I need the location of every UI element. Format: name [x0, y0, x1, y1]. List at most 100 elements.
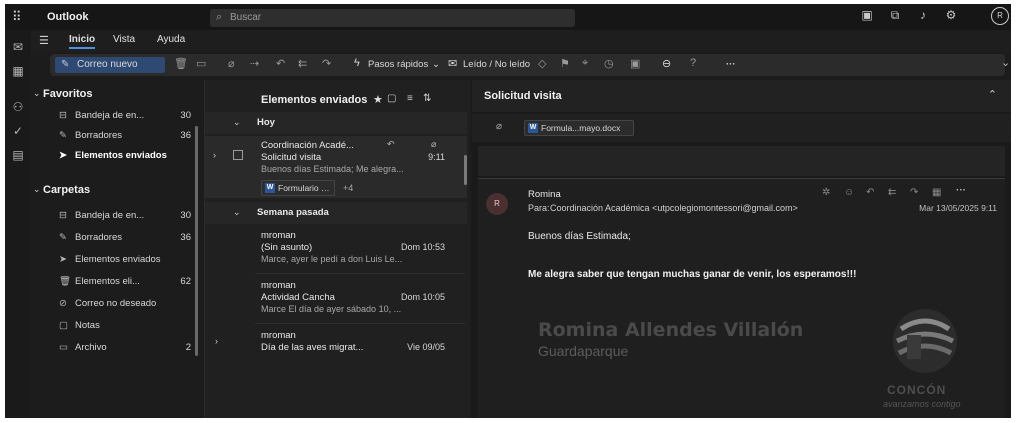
favorite-star-icon[interactable]: ★	[373, 93, 383, 106]
tab-inicio[interactable]: Inicio	[69, 34, 96, 49]
reply-all-icon[interactable]: ⇇	[298, 57, 307, 70]
filter-icon[interactable]: ≡	[407, 93, 413, 104]
sweep-icon[interactable]: ⌀	[228, 57, 235, 70]
folder-label: Elementos eli...	[75, 276, 140, 287]
search-placeholder: Buscar	[230, 12, 262, 23]
favorites-header[interactable]: Favoritos	[43, 88, 93, 100]
quick-steps-chevron-icon[interactable]: ⌄	[432, 59, 440, 70]
message-list-scrollbar[interactable]	[464, 155, 467, 185]
delete-icon[interactable]: 🗑	[174, 57, 188, 70]
list-item[interactable]: mroman Actividad Cancha Dom 10:05 Marce …	[205, 276, 467, 322]
group-header-last-week[interactable]: ⌄ Semana pasada	[205, 202, 467, 224]
expand-thread-icon[interactable]: ›	[213, 150, 216, 160]
people-icon[interactable]: ⚇	[9, 100, 27, 116]
more-options-button[interactable]: ···	[726, 59, 736, 70]
folder-item-archive[interactable]: ▭ Archivo 2	[59, 342, 199, 353]
new-mail-label: Correo nuevo	[77, 59, 138, 70]
folder-pane: ⌄ Favoritos ⊟ Bandeja de en... 30 ✎ Borrad…	[31, 80, 201, 418]
folder-label: Borradores	[75, 130, 122, 141]
bell-icon[interactable]: ♪	[913, 8, 933, 26]
message-list: Elementos enviados ★ ▢ ≡ ⇅ ⌄ Hoy › Coord…	[204, 80, 470, 418]
inbox-icon: ⊟	[59, 110, 67, 121]
email-body: Me alegra saber que tengan muchas ganar …	[528, 269, 857, 280]
tab-ayuda[interactable]: Ayuda	[157, 34, 185, 45]
folder-label: Notas	[75, 320, 100, 331]
archive-icon[interactable]: ▭	[196, 57, 206, 70]
reply-all-icon[interactable]: ⇇	[888, 187, 896, 198]
group-header-today[interactable]: ⌄ Hoy	[205, 112, 467, 134]
select-checkbox[interactable]	[233, 150, 243, 160]
hamburger-icon[interactable]: ☰	[39, 34, 49, 47]
snooze-icon[interactable]: ◷	[604, 57, 614, 70]
inbox-icon: ⊟	[59, 210, 67, 221]
recipient[interactable]: Coordinación Académica <utpcolegiomontes…	[550, 203, 798, 213]
send-icon: ➤	[59, 254, 67, 265]
attachment-chip[interactable]: W Formula...mayo.docx	[524, 120, 634, 136]
calendar-icon[interactable]: ▦	[9, 64, 27, 80]
rules-icon[interactable]: ▣	[630, 57, 640, 70]
folder-item-inbox[interactable]: ⊟ Bandeja de en... 30	[59, 210, 199, 221]
subject-bar: Solicitud visita ⌃	[472, 80, 1011, 112]
folders-header[interactable]: Carpetas	[43, 184, 90, 196]
message-time: 9:11	[428, 152, 445, 162]
move-icon[interactable]: ⇢	[250, 57, 259, 70]
pin-icon[interactable]: ⌖	[582, 57, 588, 70]
forward-icon[interactable]: ↷	[322, 57, 331, 70]
list-item[interactable]: › mroman Día de las aves migrat... Vie 0…	[205, 326, 467, 372]
more-actions-icon[interactable]: ···	[956, 185, 966, 196]
account-avatar[interactable]: R	[991, 7, 1009, 25]
attachment-chip[interactable]: W Formulario gua...	[261, 180, 335, 196]
folder-label: Borradores	[75, 232, 122, 243]
emoji-icon[interactable]: ☺	[844, 187, 854, 198]
chevron-down-icon[interactable]: ⌄	[33, 88, 41, 99]
paperclip-icon: ⌀	[431, 139, 437, 149]
chevron-down-icon[interactable]: ⌄	[33, 184, 41, 195]
expand-thread-icon[interactable]: ›	[215, 336, 218, 346]
folder-item-sent[interactable]: ➤ Elementos enviados	[59, 254, 199, 265]
sender-name[interactable]: Romina	[528, 189, 561, 200]
tag-icon[interactable]: ◇	[538, 57, 546, 70]
tab-vista[interactable]: Vista	[113, 34, 135, 45]
list-item[interactable]: mroman (Sin asunto) Dom 10:53 Marce, aye…	[205, 226, 467, 272]
new-mail-button[interactable]: ✎ Correo nuevo	[55, 57, 165, 73]
mail-icon[interactable]: ✉	[9, 40, 27, 56]
read-unread-button[interactable]: Leído / No leído	[463, 59, 530, 70]
meet-now-icon[interactable]: ▣	[857, 8, 877, 26]
favorites-item-drafts[interactable]: ✎ Borradores 36	[59, 130, 199, 141]
my-day-icon[interactable]: ⧉	[885, 8, 905, 26]
sparkle-icon[interactable]: ✲	[822, 187, 830, 198]
list-item[interactable]: › Coordinación Acadé... ↶ ⌀ Solicitud vi…	[205, 136, 467, 198]
message-sender: mroman	[261, 330, 296, 341]
folder-item-drafts[interactable]: ✎ Borradores 36	[59, 232, 199, 243]
apps-grid-icon[interactable]: ▦	[932, 187, 941, 198]
menu-bar: ☰ Inicio Vista Ayuda	[31, 30, 1011, 52]
collapse-chevron-icon[interactable]: ⌃	[988, 88, 997, 101]
tasks-icon[interactable]: ✓	[9, 124, 27, 140]
immersive-reader-icon[interactable]: ⊖	[662, 57, 671, 70]
reply-icon[interactable]: ↶	[276, 57, 285, 70]
folder-item-deleted[interactable]: 🗑 Elementos eli... 62	[59, 276, 199, 287]
folder-pane-scrollbar[interactable]	[195, 126, 198, 356]
favorites-item-inbox[interactable]: ⊟ Bandeja de en... 30	[59, 110, 199, 121]
sender-avatar[interactable]: R	[486, 193, 508, 215]
sort-icon[interactable]: ⇅	[423, 93, 431, 104]
select-mode-icon[interactable]: ▢	[387, 93, 396, 104]
junk-icon: ⊘	[59, 298, 67, 309]
app-launcher-icon[interactable]: ⠿	[12, 9, 22, 25]
pencil-icon: ✎	[59, 232, 67, 243]
search-input[interactable]: ⌕ Buscar	[210, 9, 575, 27]
forward-icon[interactable]: ↷	[910, 187, 918, 198]
folder-item-junk[interactable]: ⊘ Correo no deseado	[59, 298, 199, 309]
favorites-item-sent[interactable]: ➤ Elementos enviados	[59, 150, 199, 161]
message-sender: mroman	[261, 230, 296, 241]
ribbon-expand-chevron-icon[interactable]: ⌄	[1001, 56, 1010, 69]
quick-steps-button[interactable]: Pasos rápidos	[368, 59, 428, 70]
apps-icon[interactable]: ▤	[9, 148, 27, 164]
help-icon[interactable]: ?	[690, 57, 696, 69]
gear-icon[interactable]: ⚙	[941, 8, 961, 26]
folder-item-notes[interactable]: ▢ Notas	[59, 320, 199, 331]
reply-icon[interactable]: ↶	[866, 187, 874, 198]
attachment-name: Formula...mayo.docx	[541, 123, 621, 133]
email-card: R Romina Para: Coordinación Académica <u…	[478, 178, 1005, 418]
flag-icon[interactable]: ⚑	[560, 57, 570, 70]
